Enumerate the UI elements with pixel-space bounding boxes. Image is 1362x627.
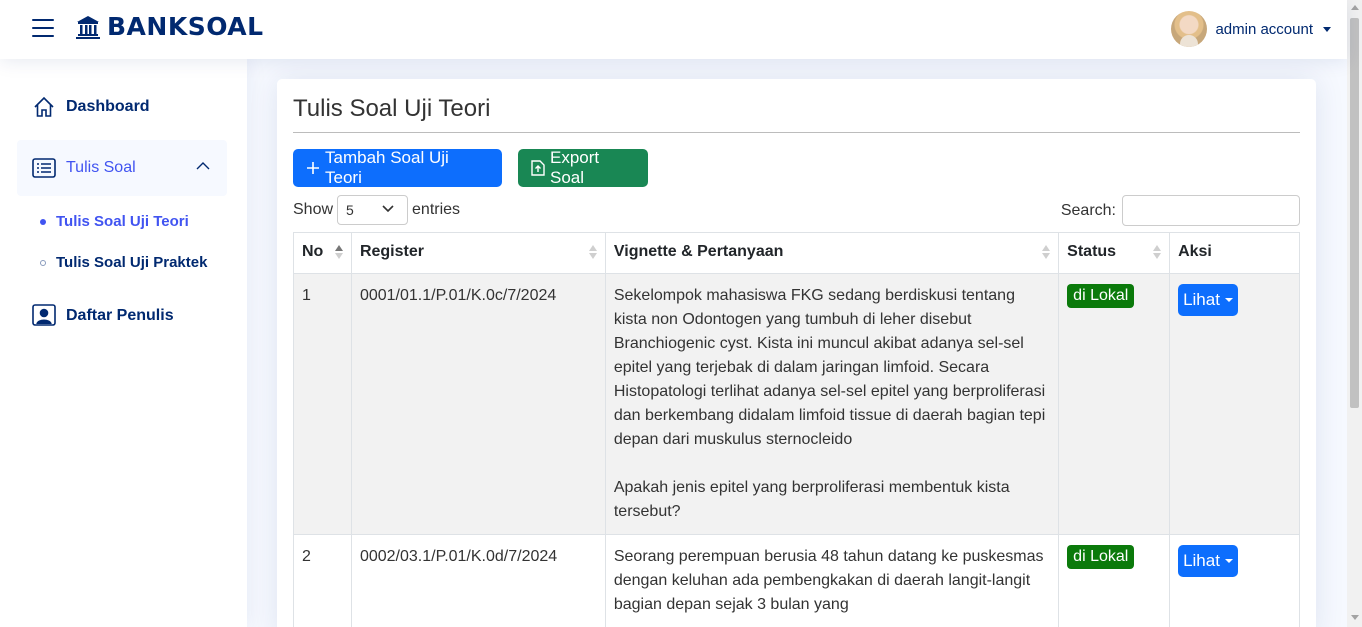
sidebar-subitem-label: Tulis Soal Uji Teori <box>56 213 189 230</box>
entries-length-control: Show 5 entries <box>293 195 460 225</box>
sidebar-item-label: Dashboard <box>66 98 150 115</box>
cell-aksi: Lihat <box>1169 534 1300 627</box>
menu-toggle-icon[interactable] <box>32 18 54 38</box>
export-button[interactable]: Export Soal <box>518 148 648 187</box>
app-logo[interactable]: BANKSOAL <box>75 12 264 41</box>
scroll-down-arrow-icon[interactable] <box>1351 615 1359 620</box>
sidebar-subitem-label: Tulis Soal Uji Praktek <box>56 254 208 271</box>
file-export-icon <box>531 160 545 176</box>
sidebar-item-daftar-penulis[interactable]: Daftar Penulis <box>17 288 227 344</box>
add-question-label: Tambah Soal Uji Teori <box>325 148 449 187</box>
chevron-up-icon <box>196 162 210 170</box>
column-header-vignette[interactable]: Vignette & Pertanyaan <box>604 232 1060 274</box>
cell-register: 0001/01.1/P.01/K.0c/7/2024 <box>350 273 606 535</box>
sort-icon <box>1042 245 1051 259</box>
table-header-row: No Register Vignette & Pertanyaan Status… <box>293 232 1300 274</box>
caret-down-icon <box>1323 26 1331 32</box>
list-icon <box>32 156 56 180</box>
add-question-button[interactable]: Tambah Soal Uji Teori <box>293 148 502 187</box>
sidebar-item-dashboard[interactable]: Dashboard <box>17 79 227 135</box>
column-header-status[interactable]: Status <box>1058 232 1171 274</box>
scrollbar-thumb[interactable] <box>1350 18 1359 408</box>
cell-aksi: Lihat <box>1169 273 1300 535</box>
bullet-icon <box>40 259 46 266</box>
table-row: 1 0001/01.1/P.01/K.0c/7/2024 Sekelompok … <box>293 273 1300 535</box>
cell-vignette: Sekelompok mahasiswa FKG sedang berdisku… <box>604 273 1060 535</box>
search-label: Search: <box>1060 201 1116 219</box>
sort-icon <box>334 245 343 259</box>
sidebar: Dashboard Tulis Soal Tulis Soal Uji Teor… <box>0 59 247 627</box>
table-row: 2 0002/03.1/P.01/K.0d/7/2024 Seorang per… <box>293 534 1300 627</box>
view-dropdown-button[interactable]: Lihat <box>1178 545 1238 577</box>
column-header-label: Register <box>359 243 424 260</box>
sidebar-subitem-uji-praktek[interactable]: Tulis Soal Uji Praktek <box>40 254 207 271</box>
scroll-up-arrow-icon[interactable] <box>1351 5 1359 10</box>
avatar <box>1171 11 1208 47</box>
profile-name: admin account <box>1215 20 1313 38</box>
column-header-label: Aksi <box>1178 243 1212 260</box>
column-header-no[interactable]: No <box>293 232 352 274</box>
cell-no: 2 <box>293 534 352 627</box>
column-header-register[interactable]: Register <box>350 232 606 274</box>
house-icon <box>32 95 56 119</box>
cell-no: 1 <box>293 273 352 535</box>
chevron-down-icon <box>382 205 394 213</box>
search-input[interactable] <box>1122 195 1300 226</box>
sort-icon <box>1153 245 1162 259</box>
app-name: BANKSOAL <box>107 12 264 41</box>
bullet-icon <box>40 218 46 225</box>
cell-status: di Lokal <box>1058 534 1171 627</box>
caret-down-icon <box>1224 298 1233 302</box>
sidebar-subitem-uji-teori[interactable]: Tulis Soal Uji Teori <box>40 213 189 230</box>
title-divider <box>293 132 1300 133</box>
show-label: Show <box>293 201 334 218</box>
column-header-aksi: Aksi <box>1169 232 1300 274</box>
status-badge: di Lokal <box>1067 284 1135 308</box>
column-header-label: No <box>302 243 324 260</box>
export-label: Export Soal <box>550 148 600 187</box>
sidebar-item-tulis-soal[interactable]: Tulis Soal <box>17 140 227 196</box>
column-header-label: Status <box>1067 243 1117 260</box>
sidebar-item-label: Daftar Penulis <box>66 307 174 324</box>
view-button-label: Lihat <box>1183 290 1220 309</box>
page-scrollbar[interactable] <box>1347 0 1362 627</box>
status-badge: di Lokal <box>1067 545 1135 569</box>
column-header-label: Vignette & Pertanyaan <box>613 243 784 260</box>
view-button-label: Lihat <box>1183 551 1220 570</box>
person-badge-icon <box>32 304 56 328</box>
sidebar-item-label: Tulis Soal <box>66 159 136 176</box>
page-title: Tulis Soal Uji Teori <box>293 95 491 122</box>
bank-icon <box>76 15 100 39</box>
entries-select-value: 5 <box>346 202 354 218</box>
top-header: BANKSOAL admin account <box>0 0 1347 59</box>
entries-select[interactable]: 5 <box>337 195 409 225</box>
main-card: Tulis Soal Uji Teori Tambah Soal Uji Teo… <box>277 79 1316 627</box>
caret-down-icon <box>1224 559 1233 563</box>
view-dropdown-button[interactable]: Lihat <box>1178 284 1238 316</box>
cell-status: di Lokal <box>1058 273 1171 535</box>
questions-table: No Register Vignette & Pertanyaan Status… <box>293 232 1300 627</box>
plus-icon <box>306 161 320 175</box>
search-control: Search: <box>1061 195 1300 226</box>
entries-label: entries <box>412 201 461 218</box>
profile-dropdown[interactable]: admin account <box>1171 11 1331 47</box>
cell-vignette: Seorang perempuan berusia 48 tahun datan… <box>604 534 1060 627</box>
cell-register: 0002/03.1/P.01/K.0d/7/2024 <box>350 534 606 627</box>
sort-icon <box>588 245 597 259</box>
